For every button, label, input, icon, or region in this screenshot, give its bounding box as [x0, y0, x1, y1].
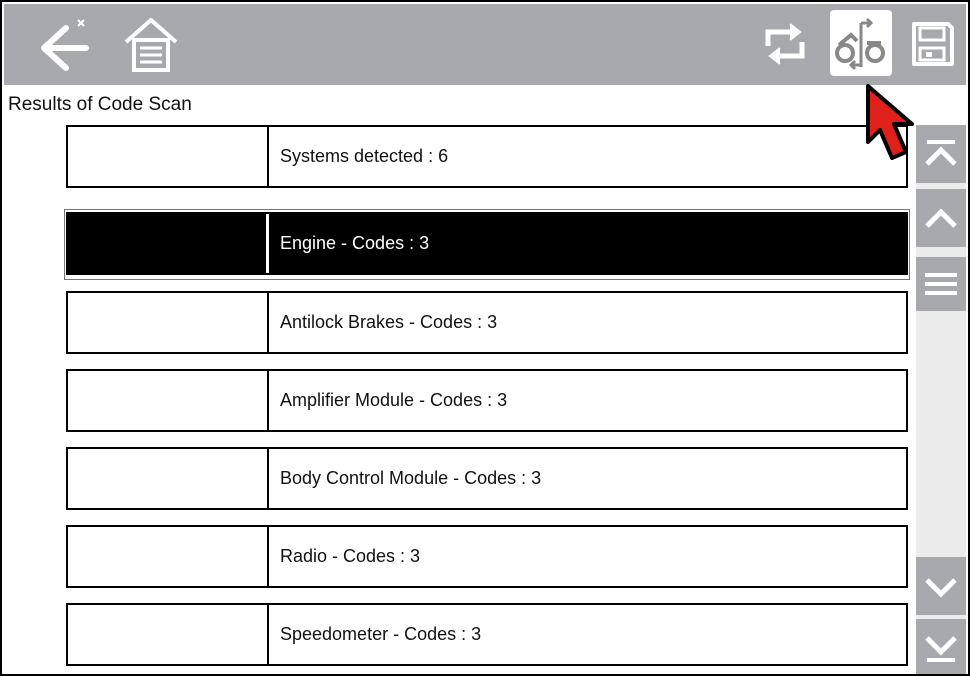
result-row[interactable]: Speedometer - Codes : 3 — [66, 603, 908, 666]
result-row[interactable]: Body Control Module - Codes : 3 — [66, 447, 908, 510]
scroll-up-button[interactable] — [916, 189, 966, 247]
row-label: Amplifier Module - Codes : 3 — [280, 390, 508, 410]
row-status-cell — [68, 127, 269, 186]
result-row[interactable]: Engine - Codes : 3 — [66, 212, 908, 275]
home-button[interactable] — [116, 14, 186, 74]
save-button[interactable] — [904, 16, 960, 72]
row-status-cell — [68, 605, 269, 664]
row-status-cell — [68, 449, 269, 508]
row-status-cell — [68, 214, 269, 273]
app-window: Results of Code Scan Systems detected : … — [0, 0, 970, 676]
save-icon — [912, 22, 954, 66]
vehicle-system-icon — [835, 17, 885, 71]
page-title: Results of Code Scan — [8, 94, 192, 115]
scroll-down-button[interactable] — [916, 557, 966, 615]
result-row[interactable]: Systems detected : 6 — [66, 125, 908, 188]
result-row[interactable]: Antilock Brakes - Codes : 3 — [66, 291, 908, 354]
row-label: Systems detected : 6 — [280, 146, 449, 166]
scroll-thumb[interactable] — [916, 257, 966, 311]
row-status-cell — [68, 371, 269, 430]
row-status-cell — [68, 527, 269, 586]
result-row[interactable]: Amplifier Module - Codes : 3 — [66, 369, 908, 432]
scroll-thumb-icon — [925, 273, 957, 295]
vehicle-system-button[interactable] — [830, 10, 892, 76]
refresh-icon — [765, 23, 805, 65]
scrollbar[interactable] — [916, 125, 966, 674]
scroll-bottom-icon — [925, 636, 957, 662]
toolbar — [4, 4, 966, 85]
scroll-up-icon — [925, 208, 957, 228]
scroll-down-icon — [925, 578, 957, 598]
home-icon — [124, 18, 178, 72]
refresh-button[interactable] — [756, 18, 814, 70]
row-label: Body Control Module - Codes : 3 — [280, 468, 542, 488]
row-label: Speedometer - Codes : 3 — [280, 624, 482, 644]
row-label: Engine - Codes : 3 — [269, 214, 906, 273]
row-label: Antilock Brakes - Codes : 3 — [280, 312, 498, 332]
row-label: Radio - Codes : 3 — [280, 546, 421, 566]
row-status-cell — [68, 293, 269, 352]
result-row[interactable]: Radio - Codes : 3 — [66, 525, 908, 588]
scroll-bottom-button[interactable] — [916, 619, 966, 674]
pointer-arrow-icon — [866, 84, 914, 160]
back-arrow-icon — [41, 19, 89, 71]
back-button[interactable] — [26, 14, 94, 74]
